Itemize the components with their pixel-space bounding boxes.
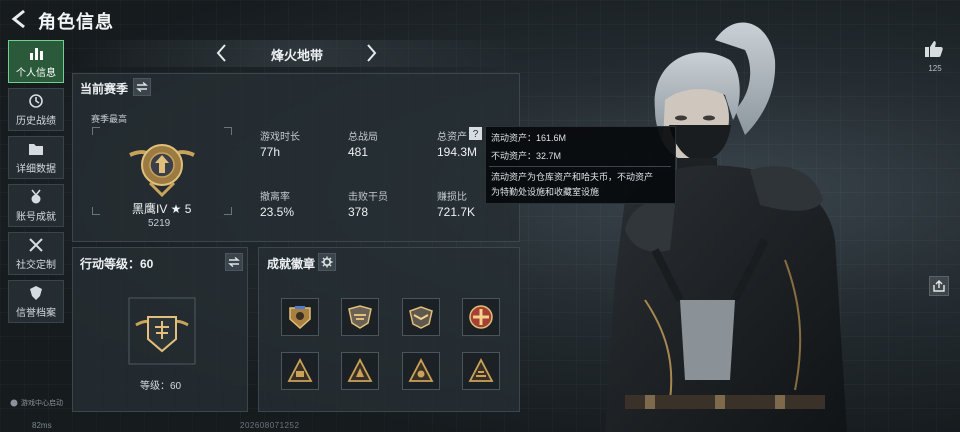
mode-title: 烽火地带 (270, 48, 323, 63)
game-center-badge[interactable]: 游戏中心启动 (10, 398, 63, 408)
medal-icon (31, 189, 41, 203)
stat-label: 游戏时长 (260, 132, 300, 143)
achievement-badge[interactable] (402, 298, 440, 336)
badge-crest-icon (348, 305, 372, 329)
achievement-badge[interactable] (341, 352, 379, 390)
level-text: 等级：60 (140, 381, 182, 392)
stat-value: 481 (348, 145, 369, 159)
swap-icon (136, 82, 148, 92)
help-icon[interactable]: ? (469, 127, 482, 140)
sidebar-item-personal-info[interactable]: 个人信息 (8, 40, 64, 83)
sidebar-item-social[interactable]: 社交定制 (8, 232, 64, 275)
tooltip-fixed-assets: 不动资产：32.7M (491, 151, 562, 161)
achievement-badge[interactable] (462, 352, 500, 390)
tooltip-description-1: 流动资产为仓库资产和哈夫币，不动资产 (491, 172, 654, 182)
achievement-badge[interactable] (281, 352, 319, 390)
sidebar-item-label: 历史战绩 (16, 115, 56, 127)
badge-triangle-icon (287, 358, 313, 382)
tooltip-liquid-assets: 流动资产：161.6M (491, 133, 567, 143)
level-emblem-icon (128, 297, 196, 365)
achievement-badge[interactable] (341, 298, 379, 336)
stat-value: 77h (260, 145, 281, 159)
sidebar-item-label: 详细数据 (16, 163, 56, 175)
badge-shield-icon (289, 306, 311, 330)
sidebar-item-detail-data[interactable]: 详细数据 (8, 136, 64, 179)
share-icon (933, 280, 945, 292)
badge-triangle-icon (347, 358, 373, 382)
stat-label: 击败干员 (348, 192, 388, 203)
sidebar-item-label: 社交定制 (16, 259, 56, 271)
action-level-title: 行动等级：60 (80, 257, 154, 271)
rank-score: 5219 (148, 218, 171, 229)
stat-value: 194.3M (437, 145, 478, 159)
swap-icon (228, 257, 240, 267)
bar-chart-icon (30, 47, 43, 60)
tooltip-description-2: 为特勤处设施和收藏室设施 (491, 187, 600, 197)
badge-wings-icon (409, 306, 433, 329)
stat-value: 23.5% (260, 205, 295, 219)
back-arrow-icon[interactable] (10, 9, 28, 29)
achievement-badge[interactable] (402, 352, 440, 390)
character-portrait (605, 22, 847, 432)
sidebar-item-history[interactable]: 历史战绩 (8, 88, 64, 131)
badge-cross-icon (469, 305, 493, 329)
season-switch-button[interactable] (133, 78, 151, 96)
game-center-label: 游戏中心启动 (21, 400, 63, 407)
page-title: 角色信息 (38, 12, 114, 32)
chevron-left-icon[interactable] (212, 42, 232, 64)
season-best-label: 赛季最高 (91, 114, 128, 124)
badges-title: 成就徽章 (267, 257, 316, 271)
sidebar-item-label: 账号成就 (16, 211, 56, 223)
level-switch-button[interactable] (225, 253, 243, 271)
stat-label: 总资产 (437, 132, 467, 143)
user-uid: 202608071252 (240, 421, 300, 430)
sidebar: 个人信息 历史战绩 详细数据 账号成就 社交定制 信誉档案 (8, 40, 64, 328)
tools-icon (29, 237, 43, 252)
season-title: 当前赛季 (80, 82, 129, 96)
sidebar-item-label: 信誉档案 (16, 307, 56, 319)
svg-text:?: ? (473, 129, 479, 140)
achievement-badge[interactable] (281, 298, 319, 336)
top-bar: 角色信息 (0, 0, 960, 40)
sidebar-item-label: 个人信息 (16, 67, 56, 79)
badges-settings-button[interactable] (318, 253, 336, 271)
stat-value: 378 (348, 205, 369, 219)
folder-icon (29, 143, 43, 155)
tooltip-divider (489, 166, 671, 167)
chevron-right-icon[interactable] (361, 42, 381, 64)
stat-label: 总战局 (348, 132, 378, 143)
badge-triangle-icon (468, 358, 494, 382)
stat-label: 赚损比 (437, 192, 467, 203)
badge-triangle-icon (408, 358, 434, 382)
gear-icon (321, 256, 333, 268)
thumbs-up-icon[interactable] (924, 39, 944, 59)
stat-value: 721.7K (437, 205, 476, 219)
lock-icon (10, 399, 18, 407)
share-button[interactable] (929, 276, 949, 296)
like-count: 125 (928, 64, 942, 73)
rank-emblem-icon (129, 144, 195, 198)
achievement-badge[interactable] (462, 298, 500, 336)
sidebar-item-reputation[interactable]: 信誉档案 (8, 280, 64, 323)
stat-label: 撤离率 (260, 192, 290, 203)
ping-indicator: 82ms (32, 421, 52, 430)
rank-name: 黑鹰IV ★ 5 (132, 202, 192, 216)
clock-icon (29, 93, 43, 108)
shield-icon (30, 285, 42, 300)
sidebar-item-achievements[interactable]: 账号成就 (8, 184, 64, 227)
